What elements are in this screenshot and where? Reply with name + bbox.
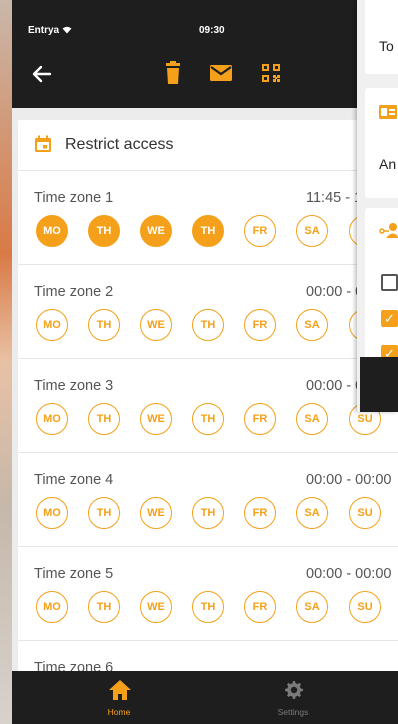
- mail-icon[interactable]: [208, 60, 234, 86]
- back-arrow-icon[interactable]: [28, 60, 56, 88]
- time-zone-range: 11:45 - 1: [306, 190, 363, 206]
- user-key-icon: [379, 222, 398, 243]
- weekday-toggle[interactable]: TH: [192, 497, 224, 529]
- weekday-toggle[interactable]: WE: [140, 591, 172, 623]
- restrict-access-card: Restrict access Time zone 1 11:45 - 1 MO TH…: [18, 120, 398, 680]
- weekday-toggle[interactable]: FR: [244, 591, 276, 623]
- checkbox-1[interactable]: [381, 274, 398, 291]
- weekday-toggle[interactable]: TH: [88, 215, 120, 247]
- weekday-toggle[interactable]: FR: [244, 403, 276, 435]
- calendar-icon: [34, 135, 52, 153]
- qr-code-icon[interactable]: [258, 60, 284, 86]
- weekday-toggle[interactable]: MO: [36, 591, 68, 623]
- weekday-toggle[interactable]: SA: [296, 497, 328, 529]
- side-text-mid: An: [379, 156, 397, 172]
- time-zone-name: Time zone 1: [34, 190, 114, 206]
- wifi-icon: [62, 25, 72, 36]
- side-dark-button[interactable]: [360, 357, 398, 412]
- weekday-toggle[interactable]: TH: [192, 215, 224, 247]
- time-zone-range: 00:00 - 00:00: [306, 566, 392, 582]
- weekday-toggle[interactable]: MO: [36, 309, 68, 341]
- side-panel: To An ✓ ✓: [357, 0, 398, 412]
- trash-icon[interactable]: [160, 60, 186, 86]
- nav-settings[interactable]: Settings: [233, 671, 353, 724]
- weekday-toggle[interactable]: TH: [88, 403, 120, 435]
- id-card-icon: [379, 104, 397, 125]
- time-zone-range: 00:00 - 0: [306, 284, 364, 300]
- time-zone-range: 00:00 - 0: [306, 378, 364, 394]
- weekday-toggle[interactable]: MO: [36, 497, 68, 529]
- bottom-nav: Home Settings: [12, 671, 398, 724]
- weekday-toggle[interactable]: SU: [349, 591, 381, 623]
- time-zone-row[interactable]: Time zone 111:45 - 1MOTHWETHFRSASU: [18, 170, 398, 265]
- weekday-toggle[interactable]: SA: [296, 591, 328, 623]
- card-header: Restrict access: [18, 120, 398, 171]
- gear-icon: [282, 678, 304, 705]
- weekday-toggle[interactable]: TH: [192, 403, 224, 435]
- weekday-toggle[interactable]: SA: [296, 403, 328, 435]
- time-zone-row[interactable]: Time zone 5 00:00 - 00:00 MO TH WE TH FR SA SU: [18, 546, 398, 641]
- weekday-toggle[interactable]: TH: [88, 309, 120, 341]
- time-zone-name: Time zone 3: [34, 378, 114, 394]
- time-zone-row[interactable]: Time zone 3 00:00 - 0 MO TH WE TH FR SA SU: [18, 358, 398, 453]
- weekday-toggle[interactable]: FR: [244, 215, 276, 247]
- weekday-toggle[interactable]: SU: [349, 497, 381, 529]
- status-time: 09:30: [199, 25, 225, 36]
- weekday-toggle[interactable]: TH: [192, 309, 224, 341]
- side-text-top: To: [379, 38, 394, 54]
- time-zone-row[interactable]: Time zone 4 00:00 - 00:00 MO TH WE TH FR SA SU: [18, 452, 398, 547]
- checkbox-2[interactable]: ✓: [381, 310, 398, 327]
- time-zone-name: Time zone 2: [34, 284, 114, 300]
- side-card-mid: An: [365, 88, 398, 198]
- time-zone-name: Time zone 4: [34, 472, 114, 488]
- weekday-toggle[interactable]: FR: [244, 309, 276, 341]
- nav-home-label: Home: [107, 707, 131, 717]
- weekday-toggle[interactable]: SA: [296, 309, 328, 341]
- home-icon: [108, 679, 132, 706]
- weekday-toggle[interactable]: TH: [88, 591, 120, 623]
- app-bar: [12, 44, 398, 108]
- phone-screen: Entrya 09:30 Restrict access Time zone 1…: [12, 0, 398, 724]
- nav-settings-label: Settings: [277, 707, 309, 717]
- weekday-toggle[interactable]: WE: [140, 215, 172, 247]
- weekday-toggle[interactable]: WE: [140, 403, 172, 435]
- side-card-top: To: [365, 0, 398, 74]
- weekday-toggle[interactable]: MO: [36, 403, 68, 435]
- status-bar: Entrya 09:30: [12, 0, 398, 44]
- time-zone-range: 00:00 - 00:00: [306, 472, 392, 488]
- weekday-toggle[interactable]: FR: [244, 497, 276, 529]
- weekday-toggle[interactable]: WE: [140, 309, 172, 341]
- weekday-toggle[interactable]: TH: [88, 497, 120, 529]
- weekday-toggle[interactable]: SA: [296, 215, 328, 247]
- weekday-toggle[interactable]: TH: [192, 591, 224, 623]
- nav-home[interactable]: Home: [59, 671, 179, 724]
- weekday-toggle[interactable]: MO: [36, 215, 68, 247]
- time-zone-row[interactable]: Time zone 200:00 - 0MOTHWETHFRSASU: [18, 264, 398, 359]
- status-carrier: Entrya: [28, 25, 72, 36]
- weekday-toggle[interactable]: WE: [140, 497, 172, 529]
- card-title: Restrict access: [65, 136, 174, 153]
- time-zone-name: Time zone 5: [34, 566, 114, 582]
